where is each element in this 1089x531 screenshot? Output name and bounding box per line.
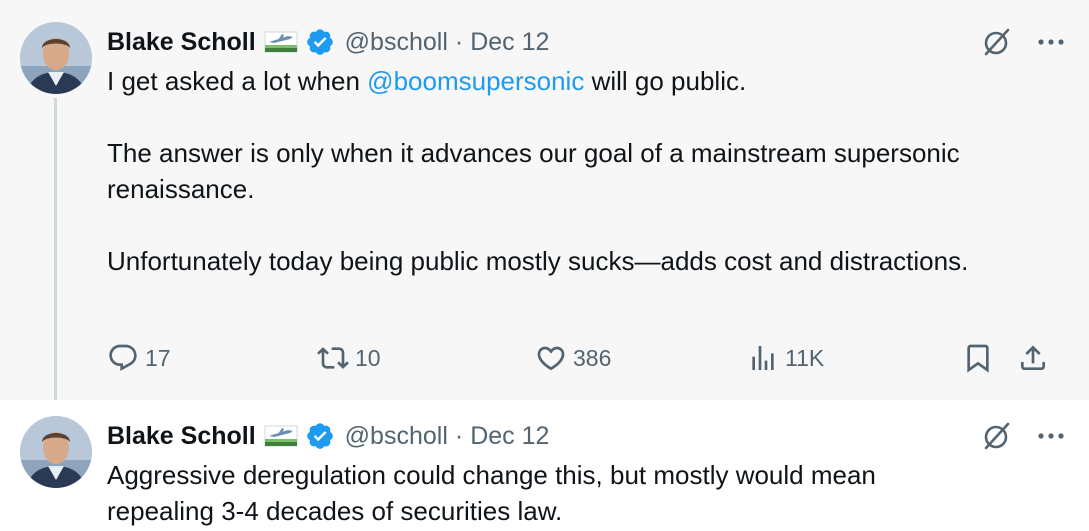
avatar[interactable] <box>20 22 92 94</box>
reply-count: 17 <box>145 344 171 371</box>
tweet-main[interactable]: Blake Scholl @bscholl · Dec 12 I get ask… <box>0 0 1089 400</box>
tweet-paragraph: Unfortunately today being public mostly … <box>107 246 969 276</box>
share-icon <box>1021 345 1045 370</box>
grok-icon[interactable] <box>981 420 1013 452</box>
avatar[interactable] <box>20 416 92 488</box>
mention-link[interactable]: @boomsupersonic <box>367 66 584 96</box>
tweet-reply[interactable]: Blake Scholl @bscholl · Dec 12 Aggressiv… <box>0 400 1089 531</box>
reply-button[interactable]: 17 <box>107 338 171 378</box>
tweet-text-part: will go public. <box>584 66 747 96</box>
tweet-text: Aggressive deregulation could change thi… <box>107 460 884 526</box>
more-icon[interactable] <box>1037 420 1065 452</box>
bookmark-icon <box>967 344 989 373</box>
bookmark-button[interactable] <box>962 338 1000 378</box>
repost-button[interactable]: 10 <box>317 338 381 378</box>
tweet-date[interactable]: Dec 12 <box>470 422 549 451</box>
airplane-flag-icon <box>264 30 298 54</box>
share-button[interactable] <box>1017 338 1055 378</box>
author-name[interactable]: Blake Scholl <box>107 28 256 57</box>
tweet-text-part: I get asked a lot when <box>107 66 368 96</box>
reply-icon <box>109 344 137 371</box>
separator-dot: · <box>454 27 464 56</box>
verified-badge-icon <box>305 27 335 57</box>
like-icon <box>537 346 565 371</box>
view-count: 11K <box>785 344 825 371</box>
like-count: 386 <box>573 344 612 371</box>
author-name[interactable]: Blake Scholl <box>107 422 256 451</box>
grok-icon[interactable] <box>981 26 1013 58</box>
tweet-text: I get asked a lot when @boomsupersonic w… <box>107 63 1057 279</box>
repost-count: 10 <box>355 344 381 371</box>
separator-dot: · <box>454 421 464 450</box>
tweet-date[interactable]: Dec 12 <box>470 28 549 57</box>
action-bar: 17 10 386 11K <box>107 338 1053 378</box>
thread-connector-line <box>54 98 57 400</box>
author-handle[interactable]: @bscholl <box>345 422 448 451</box>
airplane-flag-icon <box>264 424 298 448</box>
tweet-paragraph: The answer is only when it advances our … <box>107 138 967 204</box>
views-button[interactable]: 11K <box>747 338 824 378</box>
repost-icon <box>317 347 349 369</box>
views-icon <box>752 346 774 370</box>
verified-badge-icon <box>305 421 335 451</box>
more-icon[interactable] <box>1037 26 1065 58</box>
author-handle[interactable]: @bscholl <box>345 28 448 57</box>
like-button[interactable]: 386 <box>535 338 611 378</box>
